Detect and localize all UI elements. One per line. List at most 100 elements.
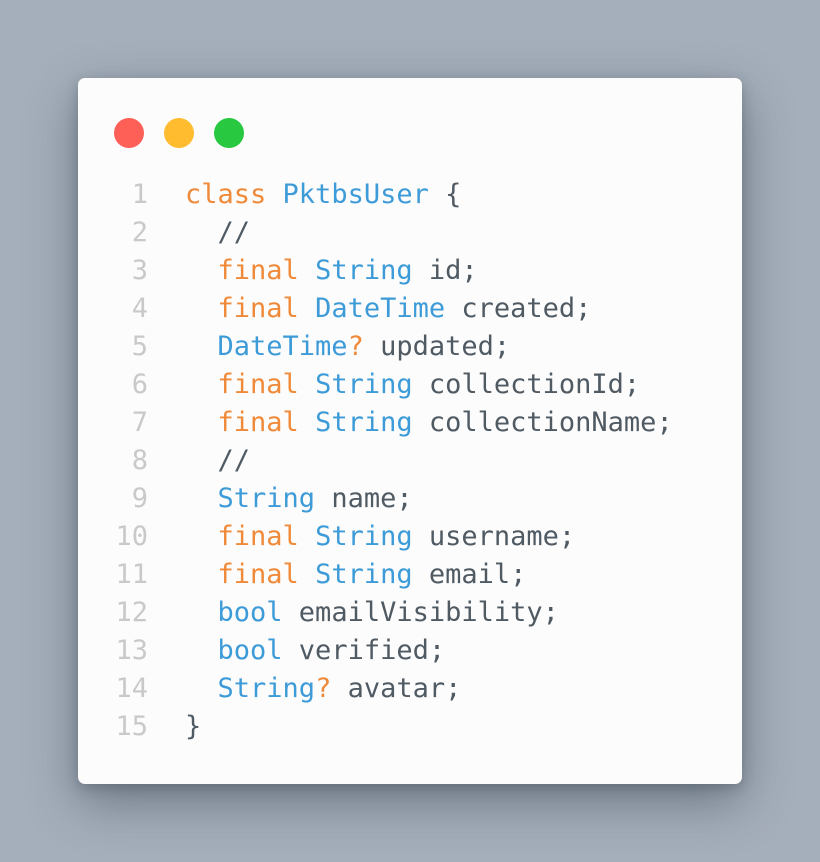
text-token: { — [428, 179, 462, 210]
code-line: 11 final String email; — [78, 556, 673, 594]
line-number: 1 — [131, 179, 148, 210]
type-token: bool — [217, 597, 283, 628]
text-token: updated; — [363, 331, 511, 362]
line-number: 6 — [131, 369, 148, 400]
text-token: username; — [412, 521, 576, 552]
type-token: String — [315, 407, 413, 438]
code-text: String name; — [148, 480, 413, 518]
type-token: DateTime — [217, 331, 348, 362]
code-text: final DateTime created; — [148, 290, 592, 328]
window-controls — [114, 118, 244, 148]
text-token: verified; — [282, 635, 446, 666]
maximize-window-dot[interactable] — [214, 118, 244, 148]
type-token: String — [315, 521, 413, 552]
code-line: 13 bool verified; — [78, 632, 673, 670]
type-token: String — [315, 255, 413, 286]
code-text: } — [148, 708, 201, 746]
line-number: 9 — [131, 483, 148, 514]
code-line: 15} — [78, 708, 673, 746]
code-text: bool verified; — [148, 632, 446, 670]
line-number: 7 — [131, 407, 148, 438]
type-token: String — [217, 483, 316, 514]
keyword-token: final — [217, 407, 299, 438]
keyword-token: ? — [347, 331, 364, 362]
line-number: 5 — [131, 331, 148, 362]
code-text: final String username; — [148, 518, 576, 556]
code-line: 12 bool emailVisibility; — [78, 594, 673, 632]
code-text: // — [148, 442, 251, 480]
code-line: 1 class PktbsUser { — [78, 176, 673, 214]
keyword-token: final — [217, 255, 299, 286]
text-token: email; — [412, 559, 527, 590]
code-window: 1 class PktbsUser {2 //3 final String id;… — [78, 78, 742, 784]
code-text: class PktbsUser { — [148, 176, 461, 214]
text-token: id; — [412, 255, 478, 286]
code-line: 8 // — [78, 442, 673, 480]
close-window-dot[interactable] — [114, 118, 144, 148]
type-token: bool — [217, 635, 283, 666]
code-text: // — [148, 214, 251, 252]
keyword-token: ? — [315, 673, 332, 704]
code-line: 3 final String id; — [78, 252, 673, 290]
text-token: collectionId; — [412, 369, 641, 400]
minimize-window-dot[interactable] — [164, 118, 194, 148]
line-number: 3 — [131, 255, 148, 286]
code-text: bool emailVisibility; — [148, 594, 559, 632]
code-text: final String collectionId; — [148, 366, 641, 404]
code-line: 5 DateTime? updated; — [78, 328, 673, 366]
line-number: 8 — [131, 445, 148, 476]
keyword-token: final — [217, 369, 299, 400]
code-line: 7 final String collectionName; — [78, 404, 673, 442]
keyword-token: final — [217, 521, 299, 552]
text-token: } — [185, 711, 202, 742]
code-line: 6 final String collectionId; — [78, 366, 673, 404]
code-text: final String email; — [148, 556, 527, 594]
keyword-token: final — [217, 559, 299, 590]
line-number: 13 — [115, 635, 148, 666]
type-token: String — [315, 559, 413, 590]
line-number: 12 — [115, 597, 148, 628]
text-token: created; — [445, 293, 592, 324]
keyword-token: final — [217, 293, 299, 324]
code-text: String? avatar; — [148, 670, 462, 708]
line-number: 15 — [115, 711, 148, 742]
text-token: emailVisibility; — [282, 597, 559, 628]
type-token: String — [315, 369, 413, 400]
line-number: 2 — [131, 217, 148, 248]
line-number: 11 — [115, 559, 148, 590]
code-text: final String id; — [148, 252, 478, 290]
code-line: 4 final DateTime created; — [78, 290, 673, 328]
keyword-token: class — [185, 179, 267, 210]
type-token: DateTime — [315, 293, 446, 324]
text-token: // — [185, 445, 251, 476]
text-token: // — [185, 217, 251, 248]
line-number: 14 — [115, 673, 148, 704]
type-token: PktbsUser — [282, 179, 429, 210]
line-number: 4 — [131, 293, 148, 324]
code-line: 14 String? avatar; — [78, 670, 673, 708]
type-token: String — [217, 673, 316, 704]
code-text: DateTime? updated; — [148, 328, 511, 366]
code-line: 2 // — [78, 214, 673, 252]
code-text: final String collectionName; — [148, 404, 673, 442]
code-line: 10 final String username; — [78, 518, 673, 556]
code-block: 1 class PktbsUser {2 //3 final String id;… — [78, 176, 673, 746]
line-number: 10 — [115, 521, 148, 552]
